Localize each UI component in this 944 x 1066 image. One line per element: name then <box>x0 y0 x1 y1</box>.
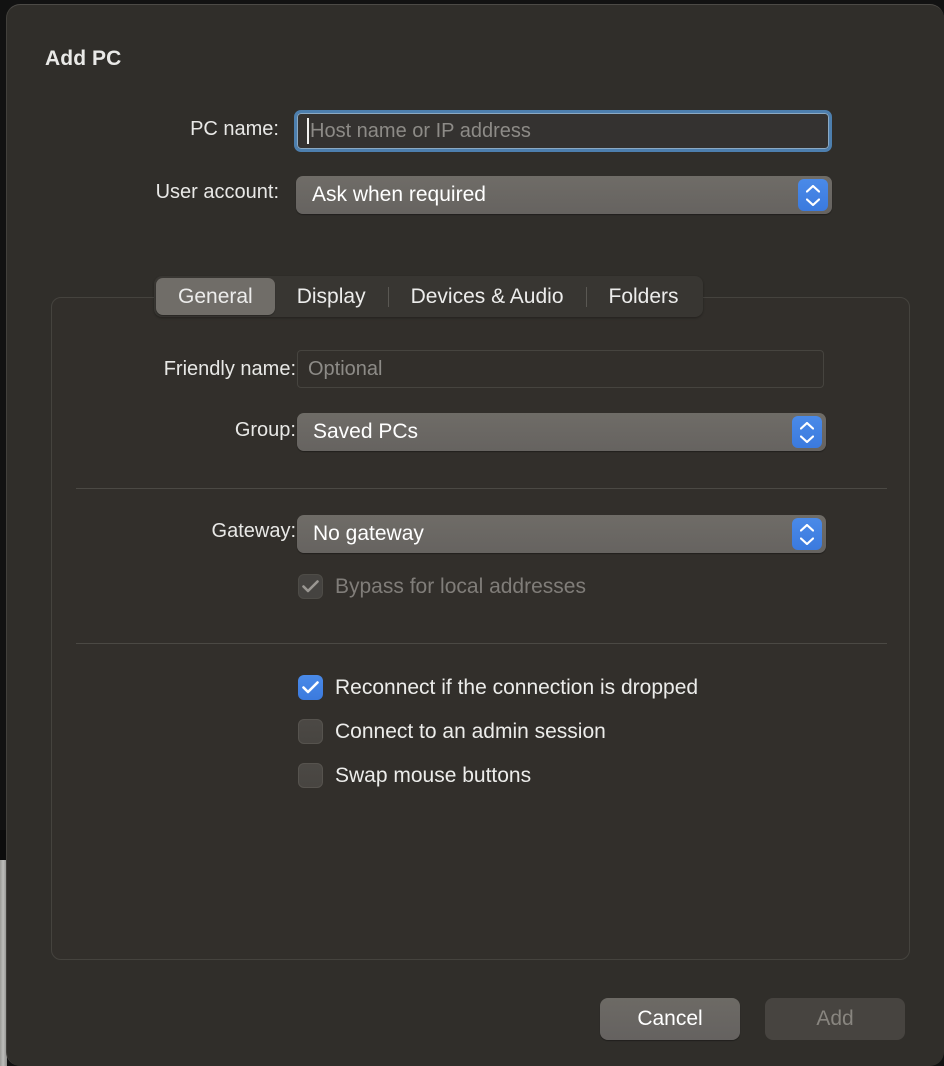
swap-mouse-buttons-label: Swap mouse buttons <box>335 763 532 787</box>
admin-session-label: Connect to an admin session <box>335 719 606 743</box>
pc-name-placeholder: Host name or IP address <box>310 119 531 142</box>
user-account-select[interactable]: Ask when required <box>296 176 832 214</box>
gateway-value: No gateway <box>313 522 424 545</box>
tab-bar[interactable]: General Display Devices & Audio Folders <box>154 276 703 317</box>
pc-name-label: PC name: <box>190 118 279 140</box>
empty-checkbox-icon <box>298 763 323 788</box>
bypass-local-addresses-checkbox: Bypass for local addresses <box>298 574 586 599</box>
swap-mouse-buttons-checkbox[interactable]: Swap mouse buttons <box>298 763 531 788</box>
group-select[interactable]: Saved PCs <box>297 413 826 451</box>
gateway-label: Gateway: <box>211 520 296 542</box>
add-pc-dialog: Add PC PC name: Host name or IP address … <box>6 4 944 1066</box>
admin-session-checkbox[interactable]: Connect to an admin session <box>298 719 606 744</box>
gateway-select[interactable]: No gateway <box>297 515 826 553</box>
pc-name-input[interactable]: Host name or IP address <box>294 110 832 152</box>
reconnect-label: Reconnect if the connection is dropped <box>335 675 699 699</box>
chevron-up-down-icon[interactable] <box>792 518 822 550</box>
section-divider <box>76 643 887 644</box>
friendly-name-input[interactable]: Optional <box>297 350 824 388</box>
tab-folders[interactable]: Folders <box>587 278 701 315</box>
tab-display[interactable]: Display <box>275 278 388 315</box>
cancel-button[interactable]: Cancel <box>600 998 740 1040</box>
tab-devices-audio[interactable]: Devices & Audio <box>389 278 586 315</box>
reconnect-checkbox[interactable]: Reconnect if the connection is dropped <box>298 675 698 700</box>
group-label: Group: <box>234 419 296 441</box>
dialog-title: Add PC <box>45 47 122 70</box>
group-value: Saved PCs <box>313 420 419 443</box>
text-cursor <box>307 118 309 144</box>
section-divider <box>76 488 887 489</box>
chevron-up-down-icon[interactable] <box>792 416 822 448</box>
general-tab-panel: Friendly name: Optional Group: Saved PCs… <box>51 297 910 960</box>
friendly-name-placeholder: Optional <box>308 357 383 380</box>
user-account-label: User account: <box>155 181 279 203</box>
bypass-local-addresses-label: Bypass for local addresses <box>335 574 586 598</box>
add-button: Add <box>765 998 905 1040</box>
checkmark-icon <box>298 574 323 599</box>
tab-general[interactable]: General <box>156 278 275 315</box>
friendly-name-label: Friendly name: <box>163 358 296 380</box>
checkmark-icon <box>298 675 323 700</box>
user-account-value: Ask when required <box>312 183 486 206</box>
chevron-up-down-icon[interactable] <box>798 179 828 211</box>
empty-checkbox-icon <box>298 719 323 744</box>
